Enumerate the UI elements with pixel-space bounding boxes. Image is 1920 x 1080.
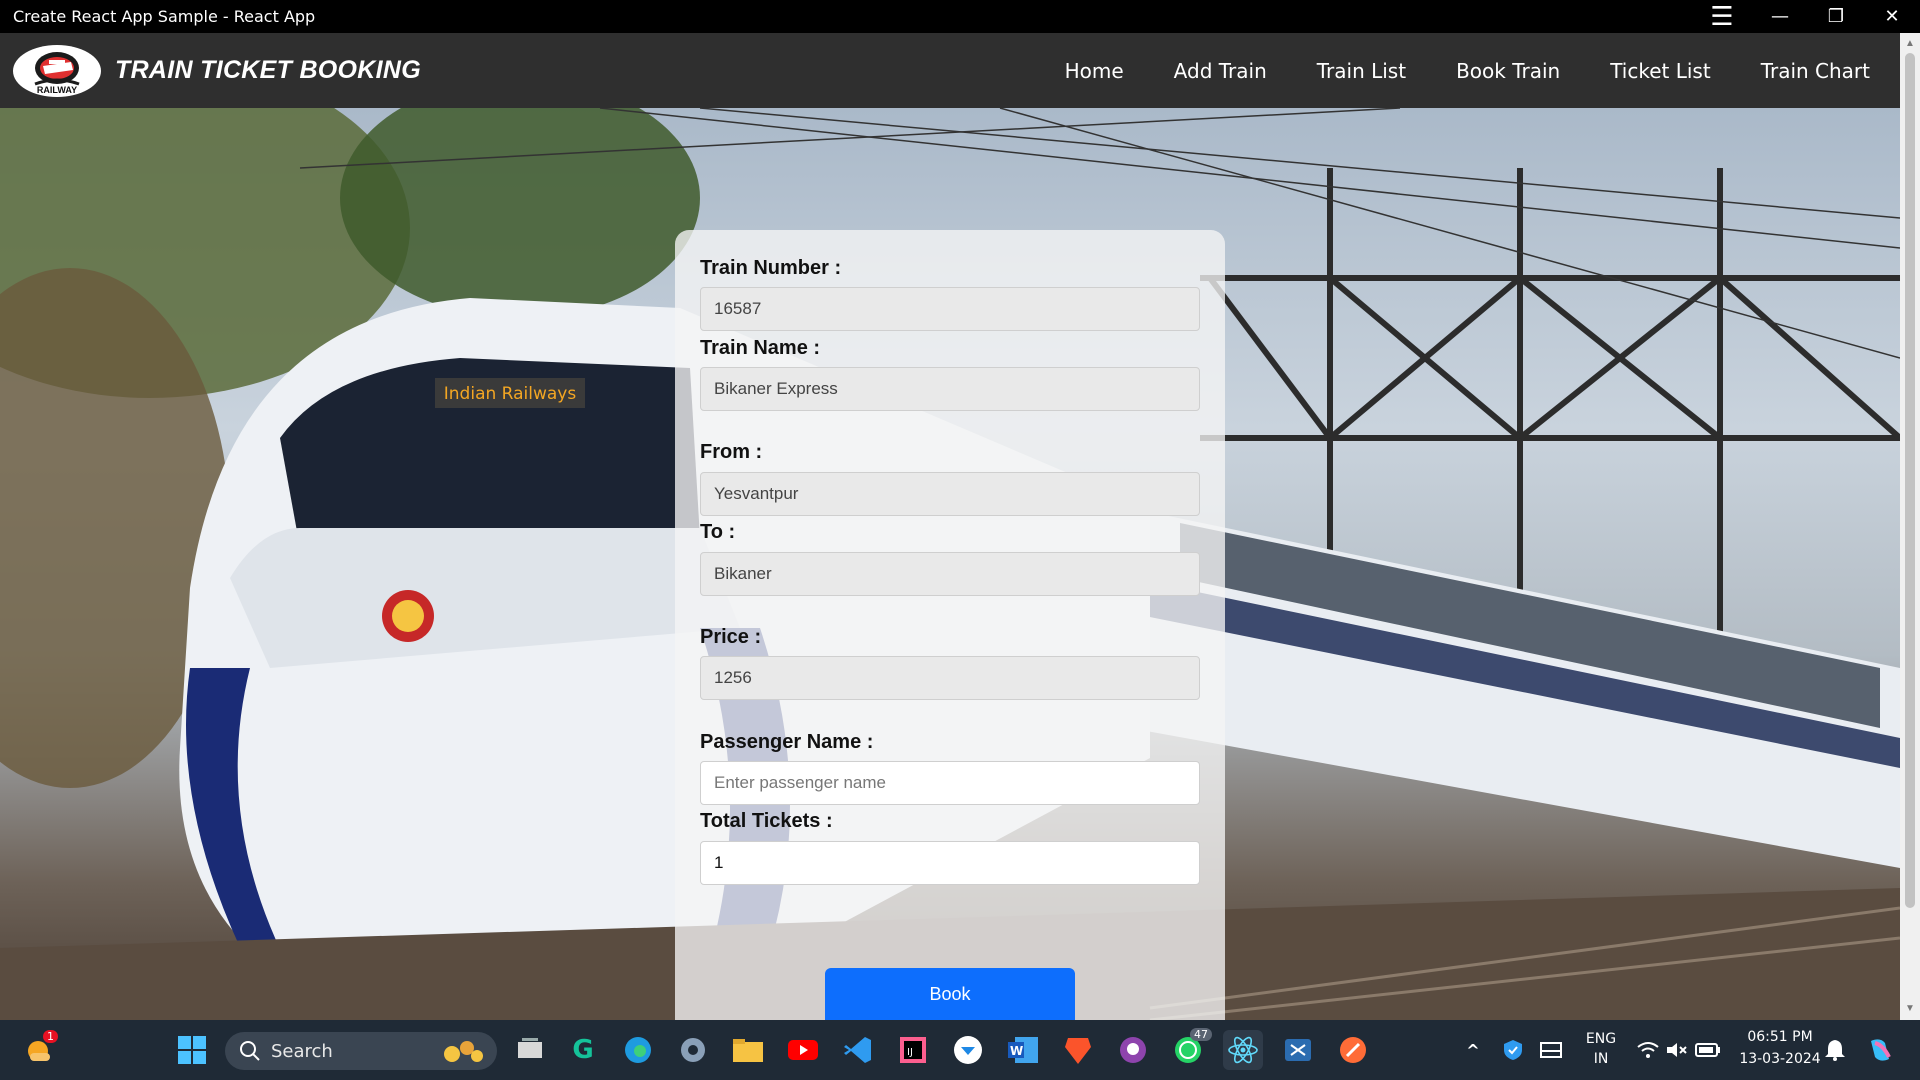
taskbar-search[interactable]: Search [225,1032,497,1070]
total-tickets-input[interactable] [700,841,1200,885]
scroll-up-icon[interactable]: ▲ [1900,35,1920,53]
security-shield-icon[interactable] [1493,1030,1533,1070]
windows-start-icon[interactable] [172,1030,212,1070]
whatsapp-badge: 47 [1190,1028,1212,1041]
nav-train-chart[interactable]: Train Chart [1761,59,1870,83]
clock-date[interactable]: 13-03-2024 [1735,1051,1825,1067]
region-indicator[interactable]: IN [1584,1051,1618,1067]
price-input[interactable] [700,656,1200,700]
train-number-label: Train Number : [700,257,842,279]
navbar: RAILWAY TRAIN TICKET BOOKING Home Add Tr… [0,33,1900,108]
copilot-icon[interactable] [1860,1030,1900,1070]
nav-train-list[interactable]: Train List [1317,59,1406,83]
train-sign-text: Indian Railways [444,384,577,404]
svg-text:W: W [1010,1044,1023,1058]
window-titlebar: Create React App Sample - React App ☰ — … [0,0,1920,33]
scrollbar-thumb[interactable] [1905,53,1915,908]
nav-ticket-list[interactable]: Ticket List [1610,59,1711,83]
window-controls: ☰ — ❐ ✕ [1692,0,1920,33]
weather-badge: 1 [43,1030,58,1043]
search-label: Search [271,1040,333,1062]
railway-logo[interactable]: RAILWAY [13,44,101,97]
nav-book-train[interactable]: Book Train [1456,59,1560,83]
display-icon[interactable] [1531,1030,1571,1070]
page-scrollbar[interactable]: ▲ ▼ [1900,33,1920,1020]
railway-logo-icon: RAILWAY [34,51,80,95]
chat-app-icon[interactable] [948,1030,988,1070]
to-label: To : [700,521,736,543]
svg-text:IJ: IJ [907,1047,913,1058]
language-indicator[interactable]: ENG [1584,1031,1618,1047]
notification-bell-icon[interactable] [1815,1030,1855,1070]
nav-links: Home Add Train Train List Book Train Tic… [1015,33,1870,108]
windows-taskbar: 1 Search G IJ W 47 ^ ENG IN 06:51 PM 13-… [0,1020,1920,1080]
brave-icon[interactable] [1058,1030,1098,1070]
total-tickets-label: Total Tickets : [700,810,833,832]
search-icon [240,1041,260,1061]
passenger-name-label: Passenger Name : [700,731,874,753]
book-button[interactable]: Book [825,968,1075,1020]
vscode-icon[interactable] [838,1030,878,1070]
train-number-input[interactable] [700,287,1200,331]
nav-home[interactable]: Home [1065,59,1124,83]
nav-add-train[interactable]: Add Train [1174,59,1267,83]
to-input[interactable] [700,552,1200,596]
grammarly-icon[interactable]: G [563,1030,603,1070]
passenger-name-input[interactable] [700,761,1200,805]
edge-icon[interactable] [618,1030,658,1070]
logo-text: RAILWAY [37,85,77,95]
word-icon[interactable]: W [1003,1030,1043,1070]
intellij-icon[interactable]: IJ [893,1030,933,1070]
postman-icon[interactable] [1333,1030,1373,1070]
scroll-down-icon[interactable]: ▼ [1900,1000,1920,1018]
from-label: From : [700,441,763,463]
booking-form: Train Number : Train Name : From : To : … [675,230,1225,1020]
clock-time[interactable]: 06:51 PM [1735,1029,1825,1045]
restore-icon[interactable]: ❐ [1808,0,1864,33]
tray-chevron-up-icon[interactable]: ^ [1453,1030,1493,1070]
brand-title: TRAIN TICKET BOOKING [115,56,421,84]
task-view-icon[interactable] [510,1030,550,1070]
minimize-icon[interactable]: — [1752,0,1808,33]
train-name-label: Train Name : [700,337,821,359]
train-name-input[interactable] [700,367,1200,411]
settings-gear-icon[interactable] [673,1030,713,1070]
snipping-tool-icon[interactable] [1278,1030,1318,1070]
file-explorer-icon[interactable] [728,1030,768,1070]
from-input[interactable] [700,472,1200,516]
search-highlight-icon [444,1041,483,1062]
close-icon[interactable]: ✕ [1864,0,1920,33]
window-title: Create React App Sample - React App [13,7,316,26]
github-icon[interactable] [1113,1030,1153,1070]
react-app-icon[interactable] [1223,1030,1263,1070]
battery-icon[interactable] [1688,1030,1728,1070]
hamburger-menu-icon[interactable]: ☰ [1692,0,1752,33]
price-label: Price : [700,626,762,648]
youtube-icon[interactable] [783,1030,823,1070]
